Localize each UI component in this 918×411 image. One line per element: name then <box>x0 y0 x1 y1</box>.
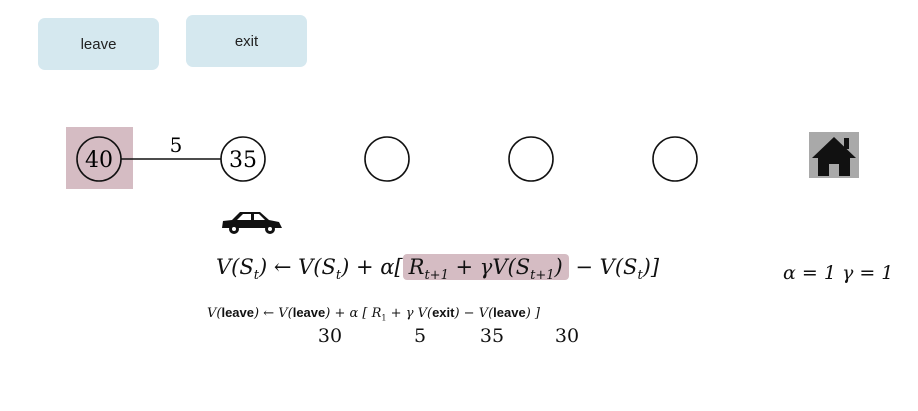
state-2: 35 <box>220 136 266 182</box>
state-2-value: 35 <box>229 148 257 173</box>
value-leave-old: 30 <box>317 325 343 347</box>
state-1-value: 40 <box>85 148 113 173</box>
state-diagram: 5 40 35 <box>66 127 859 234</box>
home-icon <box>809 132 859 178</box>
value-exit: 35 <box>479 325 505 347</box>
state-3 <box>364 136 410 182</box>
td-update-equation: V(St) ← V(St) + α[Rt+1 + γV(St+1) − V(St… <box>216 254 660 284</box>
car-icon <box>222 212 282 234</box>
substituted-equation: V(leave) ← V(leave) + α [ R1 + γ V(exit)… <box>207 305 540 323</box>
params-label: α = 1 γ = 1 <box>783 262 894 284</box>
value-leave-current: 30 <box>554 325 580 347</box>
state-4 <box>508 136 554 182</box>
edge-reward-label: 5 <box>170 133 183 157</box>
td-target-highlight: Rt+1 + γV(St+1) <box>402 254 569 283</box>
value-reward: 5 <box>413 325 427 347</box>
state-5 <box>652 136 698 182</box>
